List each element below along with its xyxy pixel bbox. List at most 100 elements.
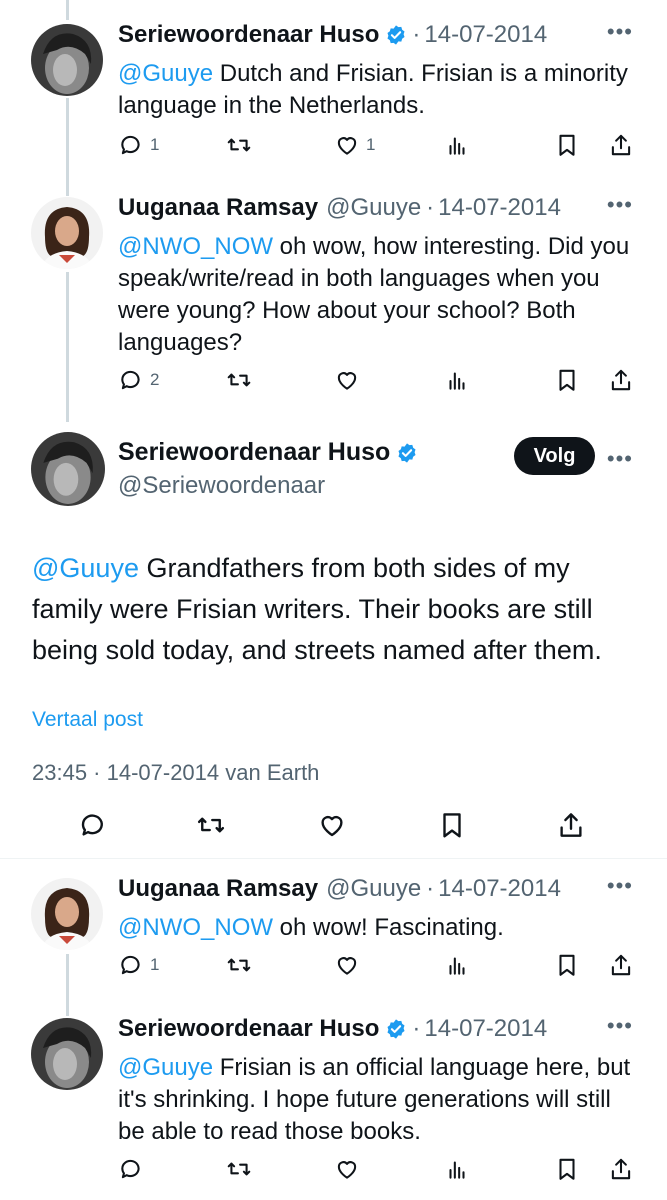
reply-header: Seriewoordenaar Huso · 14-07-2014 [118, 20, 637, 50]
reply-icon [81, 814, 103, 836]
retweet-icon [227, 1162, 251, 1176]
reply-icon [121, 1159, 140, 1179]
like-icon [337, 137, 357, 155]
views-icon [449, 1161, 465, 1179]
views-button[interactable] [444, 130, 470, 160]
action-bar [118, 1154, 637, 1184]
views-button[interactable] [444, 950, 470, 980]
reply-date[interactable]: 14-07-2014 [424, 1015, 547, 1043]
author-handle[interactable]: @Guuye [326, 194, 421, 222]
reply-count: 1 [150, 135, 160, 154]
more-options-icon[interactable]: ••• [607, 1015, 633, 1037]
retweet-button[interactable] [226, 365, 252, 395]
author-name[interactable]: Seriewoordenaar Huso [118, 1015, 379, 1043]
share-button[interactable] [608, 130, 634, 160]
avatar[interactable] [31, 432, 105, 506]
like-icon [321, 816, 343, 837]
translate-link[interactable]: Vertaal post [32, 708, 143, 732]
main-action-bar [0, 810, 667, 844]
reply-button[interactable] [78, 810, 108, 840]
bookmark-button[interactable] [554, 365, 580, 395]
bookmark-icon [559, 369, 575, 391]
like-button[interactable] [334, 365, 366, 395]
reply-text: @Guuye Frisian is an official language h… [118, 1054, 631, 1145]
avatar[interactable] [31, 878, 103, 950]
author-name[interactable]: Uuganaa Ramsay [118, 875, 318, 903]
author-name[interactable]: Uuganaa Ramsay [118, 194, 318, 222]
reply-icon [121, 370, 140, 390]
like-button[interactable] [334, 1154, 360, 1184]
retweet-icon [227, 958, 251, 972]
reply-header: Uuganaa Ramsay @Guuye · 14-07-2014 [118, 874, 637, 904]
more-options-icon[interactable]: ••• [607, 21, 633, 43]
mention-link[interactable]: @NWO_NOW [118, 914, 273, 941]
separator-dot: · [426, 875, 435, 902]
bookmark-icon [559, 1158, 575, 1180]
retweet-button[interactable] [226, 130, 252, 160]
retweet-button[interactable] [226, 1154, 252, 1184]
views-button[interactable] [444, 365, 470, 395]
share-button[interactable] [608, 365, 634, 395]
retweet-button[interactable] [196, 810, 226, 840]
reply-text: @NWO_NOW oh wow! Fascinating. [118, 914, 504, 941]
mention-link[interactable]: @Guuye [118, 60, 213, 87]
reply-button[interactable]: 2 [118, 365, 159, 395]
action-bar: 1 1 [118, 130, 637, 160]
like-button[interactable] [334, 950, 360, 980]
retweet-button[interactable] [226, 950, 252, 980]
share-button[interactable] [608, 950, 634, 980]
bookmark-icon [559, 954, 575, 976]
like-button[interactable] [317, 810, 347, 840]
avatar[interactable] [31, 197, 103, 269]
reply-count: 1 [150, 955, 160, 974]
reply-icon [121, 955, 140, 975]
share-icon [611, 134, 631, 156]
post-timestamp[interactable]: 23:45 · 14-07-2014 van Earth [32, 760, 319, 786]
share-button[interactable] [556, 810, 586, 840]
views-button[interactable] [444, 1154, 470, 1184]
thread-line-top [66, 0, 69, 20]
bookmark-button[interactable] [554, 130, 580, 160]
share-button[interactable] [608, 1154, 634, 1184]
like-icon [337, 957, 357, 975]
author-name[interactable]: Seriewoordenaar Huso [118, 21, 379, 49]
bookmark-button[interactable] [437, 810, 467, 840]
mention-link[interactable]: @Guuye [118, 1054, 213, 1081]
main-post-text: @Guuye Grandfathers from both sides of m… [32, 553, 602, 665]
like-button[interactable]: 1 [334, 130, 375, 160]
reply-date[interactable]: 14-07-2014 [438, 875, 561, 903]
more-options-icon[interactable]: ••• [607, 194, 633, 216]
avatar[interactable] [31, 1018, 103, 1090]
reply-date[interactable]: 14-07-2014 [424, 21, 547, 49]
views-icon [449, 137, 465, 155]
more-options-icon[interactable]: ••• [607, 446, 633, 472]
reply-button[interactable]: 1 [118, 130, 159, 160]
author-name[interactable]: Seriewoordenaar Huso [118, 438, 390, 467]
like-count: 1 [366, 135, 376, 154]
like-icon [337, 372, 357, 390]
follow-button[interactable]: Volg [514, 437, 595, 475]
retweet-icon [227, 138, 251, 152]
avatar[interactable] [31, 24, 103, 96]
bookmark-button[interactable] [554, 950, 580, 980]
share-icon [560, 813, 582, 837]
reply-tweet[interactable]: Uuganaa Ramsay @Guuye · 14-07-2014 ••• @… [0, 193, 667, 403]
bookmark-button[interactable] [554, 1154, 580, 1184]
reply-text: @NWO_NOW oh wow, how interesting. Did yo… [118, 233, 630, 356]
separator-dot: · [412, 21, 421, 48]
author-handle[interactable]: @Seriewoordenaar [118, 472, 325, 500]
more-options-icon[interactable]: ••• [607, 875, 633, 897]
reply-button[interactable]: 1 [118, 950, 159, 980]
reply-tweet[interactable]: Seriewoordenaar Huso · 14-07-2014 ••• @G… [0, 1014, 667, 1200]
mention-link[interactable]: @NWO_NOW [118, 233, 273, 260]
reply-tweet[interactable]: Uuganaa Ramsay @Guuye · 14-07-2014 ••• @… [0, 874, 667, 984]
author-handle[interactable]: @Guuye [326, 875, 421, 903]
reply-header: Seriewoordenaar Huso · 14-07-2014 [118, 1014, 637, 1044]
reply-tweet[interactable]: Seriewoordenaar Huso · 14-07-2014 ••• @G… [0, 20, 667, 170]
main-author-row: Seriewoordenaar Huso [118, 438, 418, 467]
reply-header: Uuganaa Ramsay @Guuye · 14-07-2014 [118, 193, 637, 223]
reply-button[interactable] [118, 1154, 144, 1184]
mention-link[interactable]: @Guuye [32, 553, 139, 583]
like-icon [337, 1161, 357, 1179]
reply-date[interactable]: 14-07-2014 [438, 194, 561, 222]
